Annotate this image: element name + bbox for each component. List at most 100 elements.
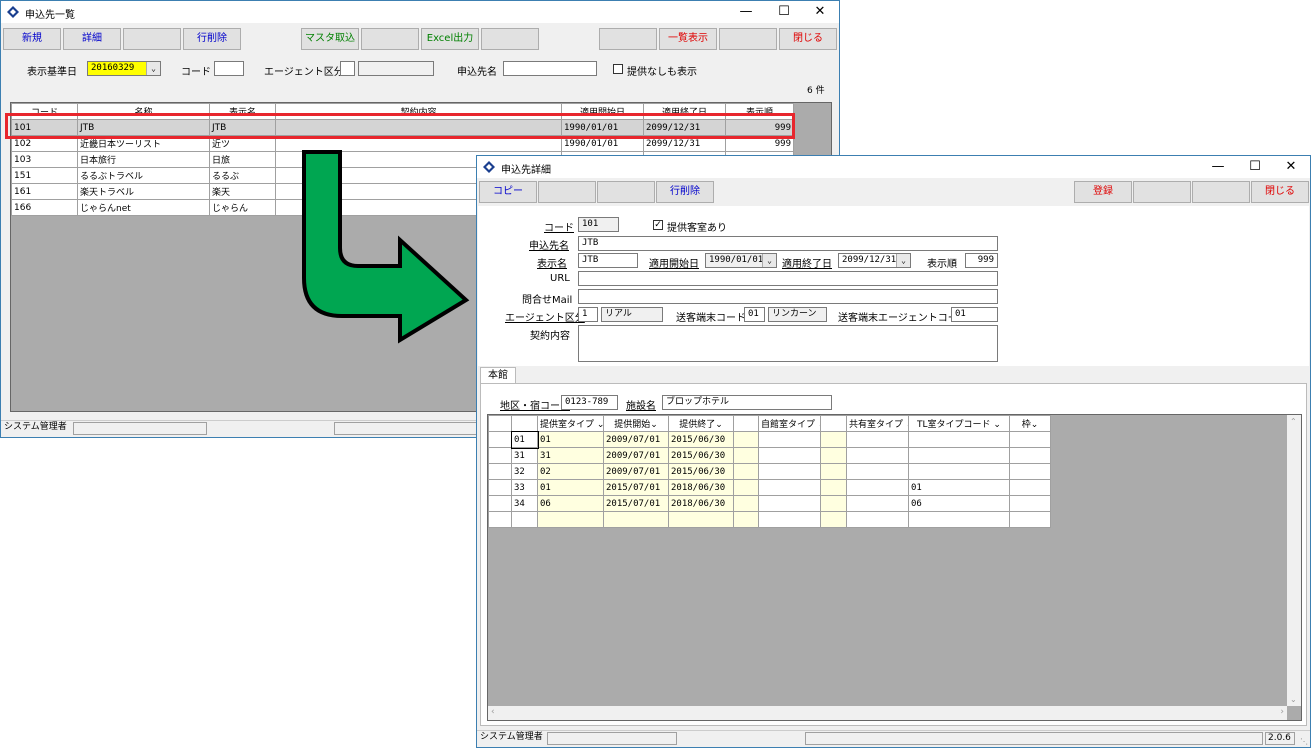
cell-blank[interactable] — [820, 431, 847, 448]
name-input[interactable] — [503, 61, 597, 76]
row-selector[interactable] — [488, 463, 512, 480]
cell-tl-type[interactable] — [908, 511, 1010, 528]
name-field[interactable]: JTB — [578, 236, 998, 251]
detail-close-button[interactable]: 閉じる — [1251, 181, 1309, 203]
cell-name[interactable]: 日本旅行 — [77, 151, 210, 168]
cell-offer-end[interactable]: 2018/06/30 — [668, 495, 734, 512]
col-header-slot[interactable]: 枠⌄ — [1009, 415, 1051, 432]
cell-display-name[interactable]: るるぶ — [209, 167, 276, 184]
cell-tl-type[interactable] — [908, 447, 1010, 464]
cell-code[interactable]: 103 — [11, 151, 78, 168]
vertical-scrollbar[interactable]: ⌃ ⌄ — [1287, 415, 1301, 706]
cell-blank[interactable] — [733, 511, 759, 528]
contract-field[interactable] — [578, 325, 998, 362]
cell-slot[interactable] — [1009, 495, 1051, 512]
table-row[interactable]: 34 06 2015/07/01 2018/06/30 06 — [488, 495, 1051, 512]
cell-offer-end[interactable] — [668, 511, 734, 528]
show-no-offer-checkbox[interactable] — [613, 64, 623, 74]
list-display-button[interactable]: 一覧表示 — [659, 28, 717, 50]
cell-name[interactable]: じゃらんnet — [77, 199, 210, 216]
cell-offer-start[interactable]: 2015/07/01 — [603, 479, 669, 496]
agent-code-field[interactable]: 1 — [578, 307, 598, 322]
cell-name[interactable]: るるぶトラベル — [77, 167, 210, 184]
cell-row-no[interactable]: 33 — [511, 479, 538, 496]
import-master-button[interactable]: マスタ取込 — [301, 28, 359, 50]
close-icon[interactable]: ✕ — [1268, 156, 1311, 178]
cell-blank[interactable] — [733, 495, 759, 512]
cell-display-name[interactable]: 楽天 — [209, 183, 276, 200]
table-row[interactable]: 31 31 2009/07/01 2015/06/30 — [488, 447, 1051, 464]
cell-shared-type[interactable] — [846, 463, 909, 480]
cell-offer-type[interactable] — [537, 511, 604, 528]
cell-display-name[interactable]: じゃらん — [209, 199, 276, 216]
cell-row-no[interactable]: 01 — [510, 430, 539, 449]
cell-shared-type[interactable] — [846, 511, 909, 528]
filter-icon[interactable]: ⌄ — [715, 420, 723, 430]
table-row[interactable]: 33 01 2015/07/01 2018/06/30 01 — [488, 479, 1051, 496]
chevron-down-icon[interactable]: ⌄ — [762, 254, 776, 267]
cell-own-type[interactable] — [758, 463, 821, 480]
cell-offer-end[interactable]: 2015/06/30 — [668, 447, 734, 464]
cell-code[interactable]: 151 — [11, 167, 78, 184]
offer-room-checkbox[interactable]: ✓ — [653, 220, 663, 230]
cell-offer-start[interactable]: 2009/07/01 — [603, 447, 669, 464]
cell-tl-type[interactable] — [908, 463, 1010, 480]
excel-output-button[interactable]: Excel出力 — [421, 28, 479, 50]
cell-shared-type[interactable] — [846, 495, 909, 512]
cell-offer-type[interactable]: 02 — [537, 463, 604, 480]
cell-tl-type[interactable]: 06 — [908, 495, 1010, 512]
delete-row-button[interactable]: 行削除 — [183, 28, 241, 50]
toolbar-blank-button[interactable] — [361, 28, 419, 50]
filter-icon[interactable]: ⌄ — [1031, 420, 1039, 430]
cell-offer-type[interactable]: 01 — [537, 479, 604, 496]
table-row[interactable] — [488, 511, 1051, 528]
toolbar-blank-button[interactable] — [481, 28, 539, 50]
agent-input[interactable] — [340, 61, 355, 76]
toolbar-blank-button[interactable] — [599, 28, 657, 50]
display-name-field[interactable]: JTB — [578, 253, 638, 268]
toolbar-blank-button[interactable] — [538, 181, 596, 203]
horizontal-scrollbar[interactable]: ‹ › — [488, 706, 1287, 720]
cell-offer-start[interactable] — [603, 511, 669, 528]
filter-icon[interactable]: ⌄ — [993, 420, 1001, 430]
end-date-select[interactable]: 2099/12/31 ⌄ — [838, 253, 911, 268]
cell-row-no[interactable]: 31 — [511, 447, 538, 464]
col-header-offer-end[interactable]: 提供終了⌄ — [668, 415, 734, 432]
cell-tl-type[interactable]: 01 — [908, 479, 1010, 496]
cell-own-type[interactable] — [758, 447, 821, 464]
chevron-down-icon[interactable]: ⌄ — [146, 62, 160, 75]
cell-blank[interactable] — [820, 479, 847, 496]
toolbar-blank-button[interactable] — [1192, 181, 1250, 203]
cell-blank[interactable] — [733, 447, 759, 464]
cell-name[interactable]: 楽天トラベル — [77, 183, 210, 200]
register-button[interactable]: 登録 — [1074, 181, 1132, 203]
cell-offer-start[interactable]: 2015/07/01 — [603, 495, 669, 512]
cell-blank[interactable] — [733, 431, 759, 448]
toolbar-blank-button[interactable] — [123, 28, 181, 50]
cell-slot[interactable] — [1009, 511, 1051, 528]
cell-code[interactable]: 161 — [11, 183, 78, 200]
order-field[interactable]: 999 — [965, 253, 998, 268]
date-select[interactable]: 20160329 ⌄ — [87, 61, 161, 76]
table-row[interactable]: 01 01 2009/07/01 2015/06/30 — [488, 430, 1051, 449]
row-selector[interactable] — [488, 447, 512, 464]
cell-offer-end[interactable]: 2018/06/30 — [668, 479, 734, 496]
area-code-field[interactable]: 0123-789 — [561, 395, 618, 410]
close-icon[interactable]: ✕ — [797, 1, 843, 23]
cell-row-no[interactable]: 32 — [511, 463, 538, 480]
table-row[interactable]: 32 02 2009/07/01 2015/06/30 — [488, 463, 1051, 480]
tab-main-building[interactable]: 本館 — [480, 367, 516, 384]
col-header-offer-type[interactable]: 提供室タイプ ⌄ — [537, 415, 604, 432]
row-selector[interactable] — [488, 479, 512, 496]
cell-own-type[interactable] — [758, 511, 821, 528]
cell-slot[interactable] — [1009, 447, 1051, 464]
cell-blank[interactable] — [820, 447, 847, 464]
cell-blank[interactable] — [820, 511, 847, 528]
cell-offer-type[interactable]: 06 — [537, 495, 604, 512]
cell-offer-type[interactable]: 01 — [537, 431, 604, 448]
terminal-code-field[interactable]: 01 — [744, 307, 765, 322]
filter-icon[interactable]: ⌄ — [650, 420, 658, 430]
facility-name-field[interactable]: ブロップホテル — [662, 395, 832, 410]
cell-offer-end[interactable]: 2015/06/30 — [668, 463, 734, 480]
terminal-agent-field[interactable]: 01 — [951, 307, 998, 322]
